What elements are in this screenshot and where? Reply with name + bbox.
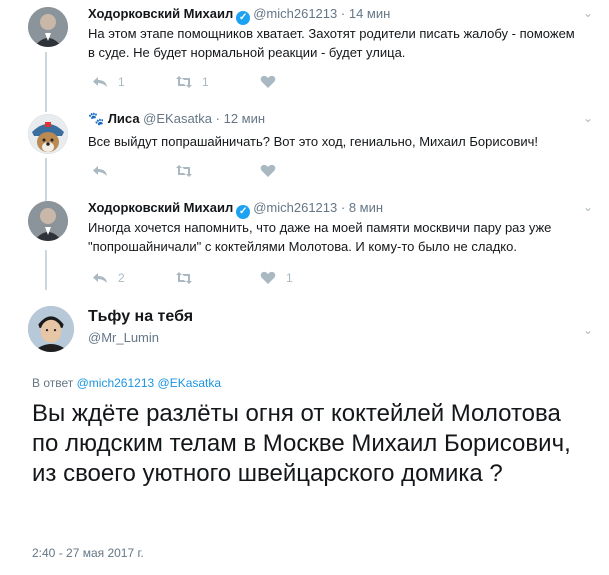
avatar[interactable] [28,201,68,241]
like-button[interactable] [260,164,344,178]
separator: · [340,6,346,21]
reply-button[interactable]: 2 [92,271,176,285]
user-handle[interactable]: @mich261213 [253,6,337,21]
tweet-actions: 2 1 [92,269,344,287]
user-handle[interactable]: @EKasatka [143,111,212,126]
display-name[interactable]: Ходорковский Михаил [88,200,233,215]
chevron-down-icon[interactable]: ⌄ [581,201,595,215]
retweet-count: 1 [202,75,209,89]
tweet-3[interactable]: Ходорковский Михаил ✓ @mich261213 · 8 мин … [0,199,609,295]
retweet-button[interactable] [176,164,260,178]
tweet-text: Все выйдут попрашайничать? Вот это ход, … [88,134,539,149]
reply-icon [93,77,107,87]
heart-icon [260,164,276,177]
tweet-time[interactable]: 12 мин [224,111,265,126]
like-button[interactable]: 1 [260,271,344,285]
verified-badge-icon: ✓ [236,205,251,219]
tweet-timestamp[interactable]: 2:40 - 27 мая 2017 г. [32,546,144,560]
reply-context: В ответ @mich261213 @EKasatka [32,376,221,390]
reply-icon [93,166,107,176]
heart-icon [260,75,276,88]
reply-button[interactable] [92,164,176,178]
display-name[interactable]: 🐾 Лиса [88,111,140,126]
display-name[interactable]: Тьфу на тебя [88,308,193,326]
chevron-down-icon[interactable]: ⌄ [581,324,595,338]
avatar[interactable] [28,114,68,154]
retweet-icon [176,76,192,88]
tweet-header: Ходорковский Михаил ✓ @mich261213 · 14 мин [88,5,390,25]
user-handle[interactable]: @Mr_Lumin [88,330,159,345]
separator: · [215,111,220,126]
paw-icon: 🐾 [88,111,105,126]
reply-count: 1 [118,75,125,89]
chevron-down-icon[interactable]: ⌄ [581,7,595,21]
reply-count: 2 [118,271,125,285]
retweet-icon [176,165,192,177]
retweet-button[interactable] [176,271,260,285]
heart-icon [260,271,276,284]
reply-to-link[interactable]: @mich261213 [77,376,155,390]
avatar[interactable] [28,7,68,47]
tweet-header: 🐾 Лиса @EKasatka · 12 мин [88,110,265,128]
tweet-time[interactable]: 14 мин [349,6,390,21]
tweet-text: На этом этапе помощников хватает. Захотя… [88,26,575,60]
reply-icon [93,273,107,283]
reply-to-link[interactable]: @EKasatka [158,376,222,390]
tweet-time[interactable]: 8 мин [349,200,383,215]
retweet-icon [176,272,192,284]
tweet-text: Иногда хочется напомнить, что даже на мо… [88,220,552,254]
avatar[interactable] [28,306,74,352]
focused-tweet-text: Вы ждёте разлёты огня от коктейлей Молот… [32,400,571,487]
user-handle[interactable]: @mich261213 [253,200,337,215]
like-button[interactable] [260,75,344,89]
separator: · [340,200,346,215]
display-name[interactable]: Ходорковский Михаил [88,6,233,21]
tweet-actions [92,162,344,180]
display-name-text: Лиса [107,111,140,126]
tweet-1[interactable]: Ходорковский Михаил ✓ @mich261213 · 14 мин… [0,5,609,101]
chevron-down-icon[interactable]: ⌄ [581,112,595,126]
verified-badge-icon: ✓ [236,11,251,25]
like-count: 1 [286,271,293,285]
focused-tweet: Тьфу на тебя @Mr_Lumin ⌄ [0,306,609,366]
reply-prefix: В ответ [32,376,74,390]
tweet-header: Ходорковский Михаил ✓ @mich261213 · 8 мин [88,199,383,219]
reply-button[interactable]: 1 [92,75,176,89]
retweet-button[interactable]: 1 [176,75,260,89]
tweet-actions: 1 1 [92,73,344,91]
tweet-2[interactable]: 🐾 Лиса @EKasatka · 12 мин ⌄ Все выйдут п… [0,110,609,190]
